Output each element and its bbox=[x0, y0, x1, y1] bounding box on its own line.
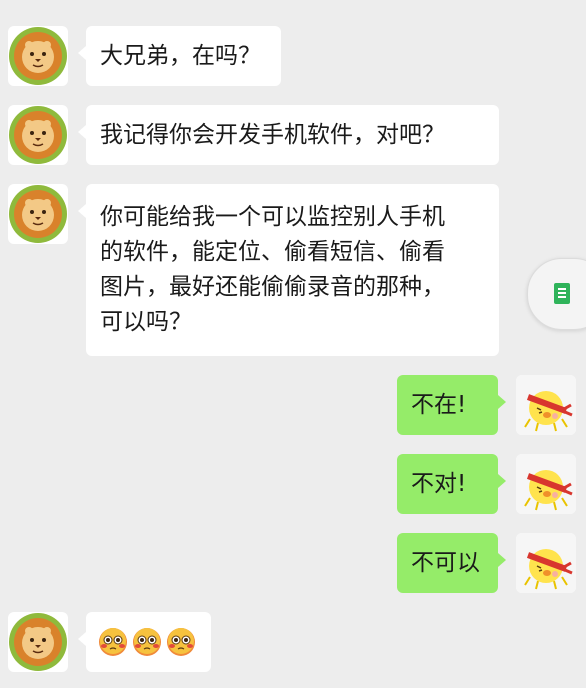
chick-headband-avatar-icon bbox=[516, 454, 576, 514]
message-bubble-2[interactable]: 我记得你会开发手机软件，对吧？ bbox=[78, 105, 499, 165]
contact-avatar[interactable] bbox=[8, 184, 68, 244]
message-text: 不在! bbox=[411, 392, 467, 418]
lion-avatar-icon bbox=[9, 185, 67, 243]
self-avatar[interactable] bbox=[516, 375, 576, 435]
message-bubble-3[interactable]: 你可能给我一个可以监控别人手机 的软件，能定位、偷看短信、偷看 图片，最好还能偷… bbox=[78, 184, 499, 356]
contact-avatar[interactable] bbox=[8, 26, 68, 86]
message-text: 不对! bbox=[411, 471, 467, 497]
message-bubble-5[interactable]: 不对! bbox=[397, 454, 506, 514]
message-bubble-7[interactable] bbox=[78, 612, 211, 672]
message-text: 我记得你会开发手机软件，对吧？ bbox=[100, 122, 445, 148]
message-text: 不可以 bbox=[411, 550, 480, 576]
message-line: 图片，最好还能偷偷录音的那种， bbox=[100, 274, 445, 300]
message-line: 的软件，能定位、偷看短信、偷看 bbox=[100, 239, 445, 265]
flushed-face-emoji-icon bbox=[133, 628, 161, 656]
contact-avatar[interactable] bbox=[8, 105, 68, 165]
self-avatar[interactable] bbox=[516, 454, 576, 514]
contact-avatar[interactable] bbox=[8, 612, 68, 672]
chick-headband-avatar-icon bbox=[516, 375, 576, 435]
lion-avatar-icon bbox=[9, 106, 67, 164]
document-icon bbox=[554, 283, 570, 304]
lion-avatar-icon bbox=[9, 613, 67, 671]
emoji-row bbox=[98, 627, 199, 657]
message-line: 你可能给我一个可以监控别人手机 bbox=[100, 204, 445, 230]
message-bubble-4[interactable]: 不在! bbox=[397, 375, 506, 435]
message-bubble-1[interactable]: 大兄弟，在吗？ bbox=[78, 26, 281, 86]
lion-avatar-icon bbox=[9, 27, 67, 85]
message-line: 可以吗？ bbox=[100, 309, 192, 335]
floating-side-button[interactable] bbox=[527, 258, 586, 330]
flushed-face-emoji-icon bbox=[167, 628, 195, 656]
flushed-face-emoji-icon bbox=[99, 628, 127, 656]
message-bubble-6[interactable]: 不可以 bbox=[397, 533, 506, 593]
self-avatar[interactable] bbox=[516, 533, 576, 593]
chick-headband-avatar-icon bbox=[516, 533, 576, 593]
message-text: 大兄弟，在吗？ bbox=[100, 43, 261, 69]
